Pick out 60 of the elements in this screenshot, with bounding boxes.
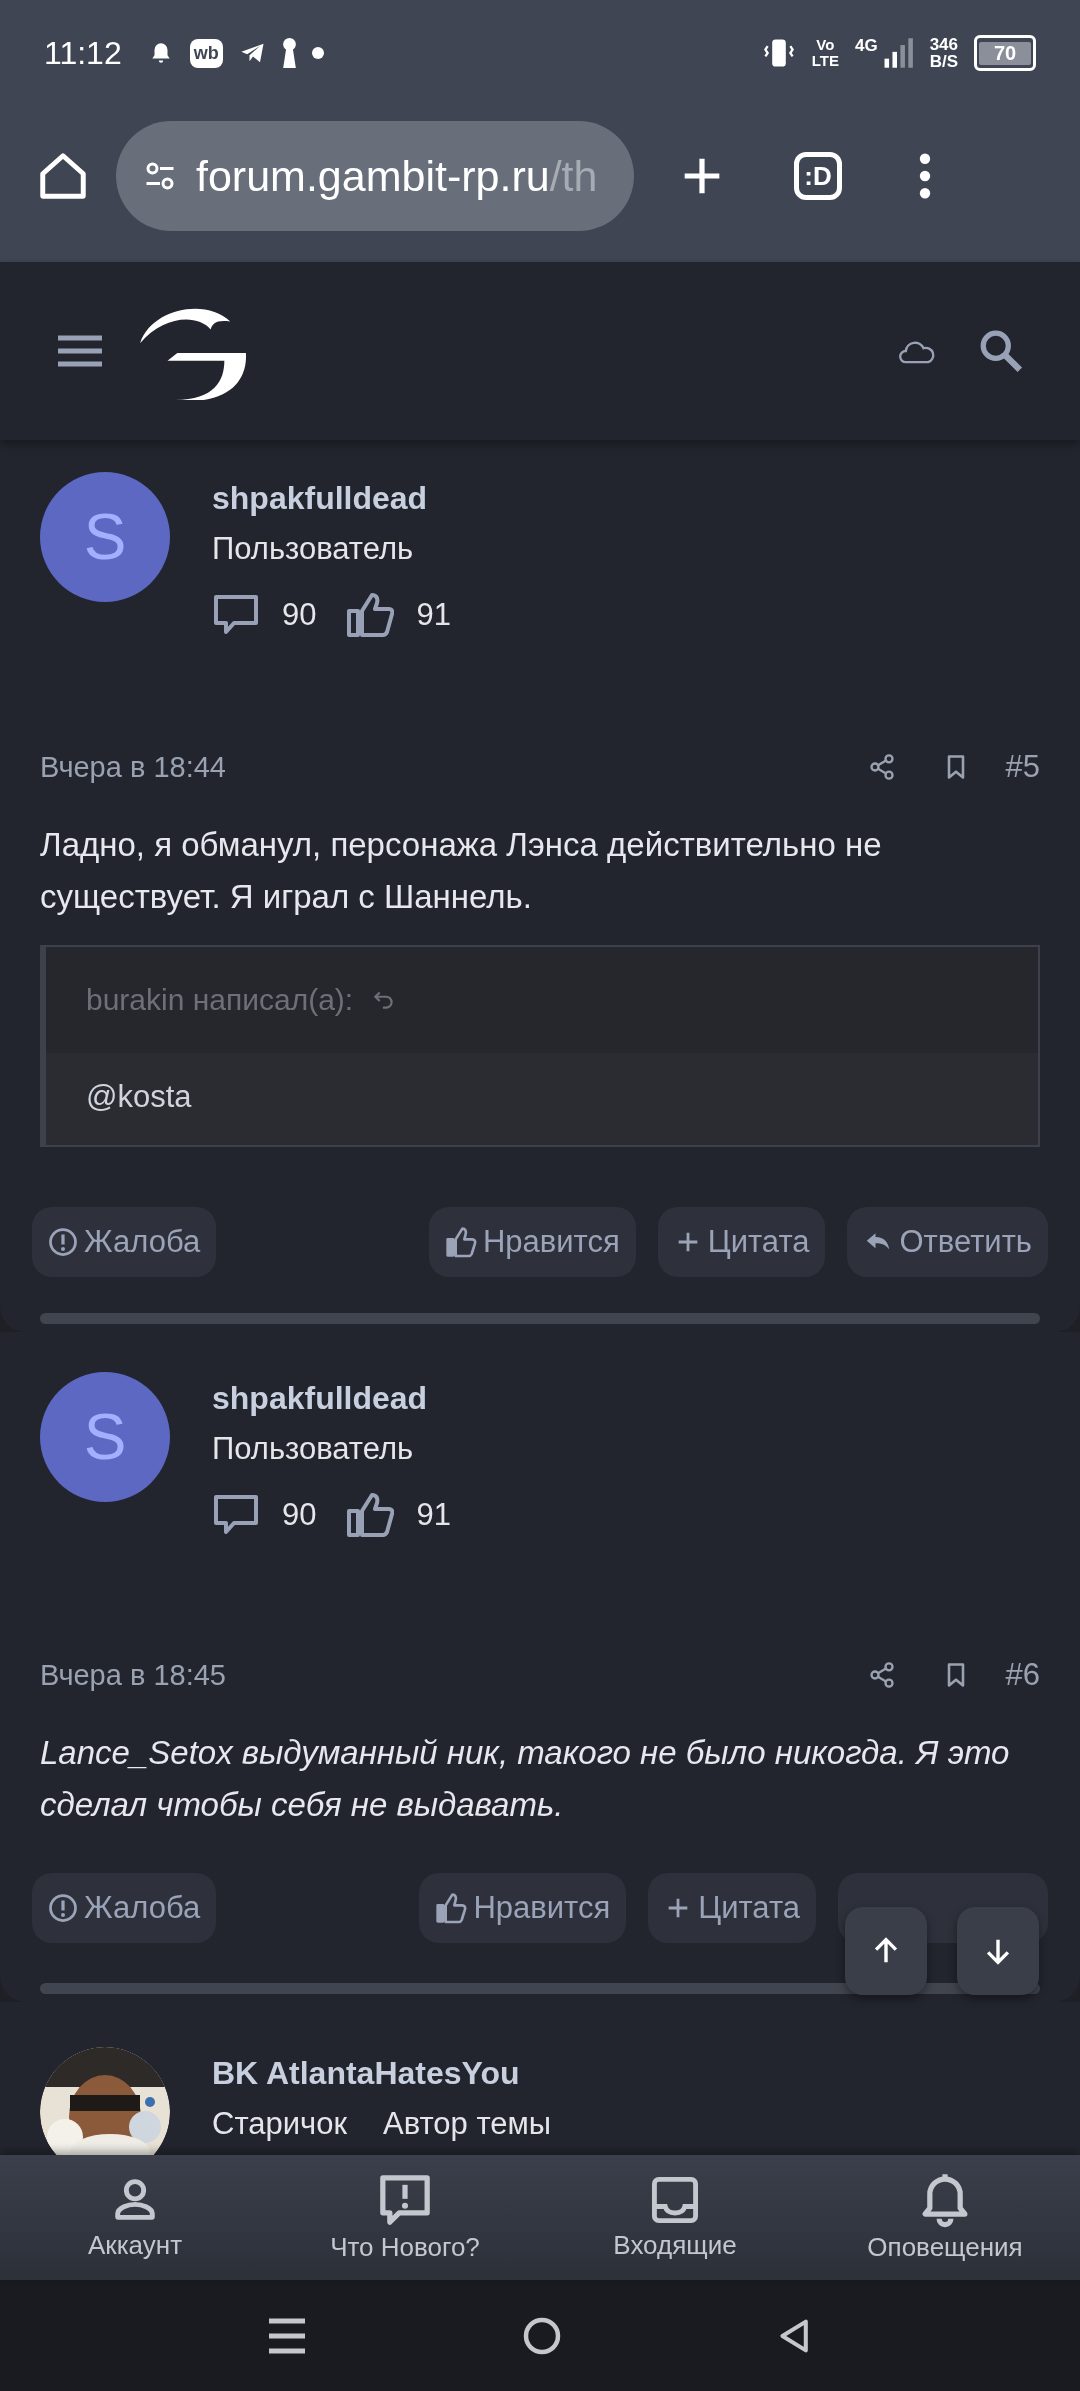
- username[interactable]: shpakfulldead: [212, 1380, 459, 1417]
- quote-author[interactable]: burakin написал(а):: [86, 983, 354, 1017]
- volte-label: Vo: [816, 37, 835, 53]
- nav-tab[interactable]: Оповещения: [810, 2155, 1080, 2280]
- like-button[interactable]: Нравится: [419, 1873, 627, 1943]
- quote-text: @kosta: [86, 1079, 192, 1114]
- thumbs-up-icon: [346, 1491, 395, 1539]
- like-count: 91: [416, 1497, 451, 1533]
- speed-value: 346: [929, 36, 958, 53]
- user-role: Старичок: [212, 2106, 347, 2142]
- message-count: 90: [282, 1497, 317, 1533]
- alert-message-icon: [377, 2172, 433, 2228]
- report-button[interactable]: Жалоба: [32, 1207, 217, 1277]
- url-field[interactable]: forum.gambit-rp.ru/th: [116, 121, 634, 231]
- like-count: 91: [416, 597, 451, 633]
- nav-tab[interactable]: Что Нового?: [270, 2155, 540, 2280]
- vibrate-icon: [761, 36, 796, 70]
- volte-label: LTE: [811, 53, 839, 69]
- reply-button[interactable]: Ответить: [847, 1207, 1048, 1277]
- scroll-up-button[interactable]: [845, 1907, 927, 1995]
- search-icon[interactable]: [978, 328, 1024, 374]
- keyhole-icon: [282, 38, 296, 68]
- message-count: 90: [282, 597, 317, 633]
- post-date[interactable]: Вчера в 18:44: [40, 750, 226, 784]
- url-text: forum.gambit-rp.ru/th: [196, 151, 598, 201]
- thumbs-up-icon: [346, 591, 395, 639]
- status-time: 11:12: [44, 34, 122, 72]
- thumbs-up-icon: [444, 1226, 477, 1258]
- report-button[interactable]: Жалоба: [32, 1873, 217, 1943]
- quote-button[interactable]: Цитата: [648, 1873, 816, 1943]
- share-icon[interactable]: [867, 1661, 896, 1689]
- nav-tab[interactable]: Входящие: [540, 2155, 810, 2280]
- speed-unit: B/S: [929, 53, 958, 70]
- post-number[interactable]: #6: [1005, 1657, 1040, 1693]
- post-text: Ладно, я обманул, персонажа Лэнса действительно не существует. Я играл с Шаннель.: [40, 825, 883, 917]
- app-badge: wb: [189, 38, 223, 68]
- share-icon[interactable]: [867, 753, 896, 781]
- post-text: Lance_Setox выдуманный ник, такого не было никогда. Я это сделал чтобы себя не выдавать.: [40, 1733, 1011, 1825]
- like-button[interactable]: Нравится: [428, 1207, 636, 1277]
- thumbs-up-icon: [435, 1892, 468, 1924]
- exclamation-icon: [48, 1227, 78, 1257]
- battery-icon: 70: [974, 35, 1036, 71]
- username[interactable]: shpakfulldead: [212, 480, 459, 517]
- username[interactable]: BK AtlantaHatesYou: [212, 2055, 552, 2092]
- user-role: Пользователь: [212, 1431, 414, 1467]
- post-date[interactable]: Вчера в 18:45: [40, 1658, 226, 1692]
- dot-icon: [311, 47, 324, 59]
- inbox-icon: [649, 2174, 701, 2226]
- network-label: 4G: [854, 36, 878, 56]
- more-icon[interactable]: [918, 153, 932, 199]
- home-icon[interactable]: [522, 2315, 562, 2356]
- scroll-down-button[interactable]: [957, 1907, 1039, 1995]
- nav-tab[interactable]: Аккаунт: [0, 2155, 270, 2280]
- user-role: Пользователь: [212, 531, 414, 567]
- user-role: Автор темы: [383, 2106, 552, 2142]
- post-number[interactable]: #5: [1005, 749, 1040, 785]
- exclamation-icon: [48, 1893, 78, 1923]
- tabs-button[interactable]: :D: [794, 152, 842, 200]
- quote-button[interactable]: Цитата: [657, 1207, 826, 1277]
- menu-icon[interactable]: [56, 334, 104, 368]
